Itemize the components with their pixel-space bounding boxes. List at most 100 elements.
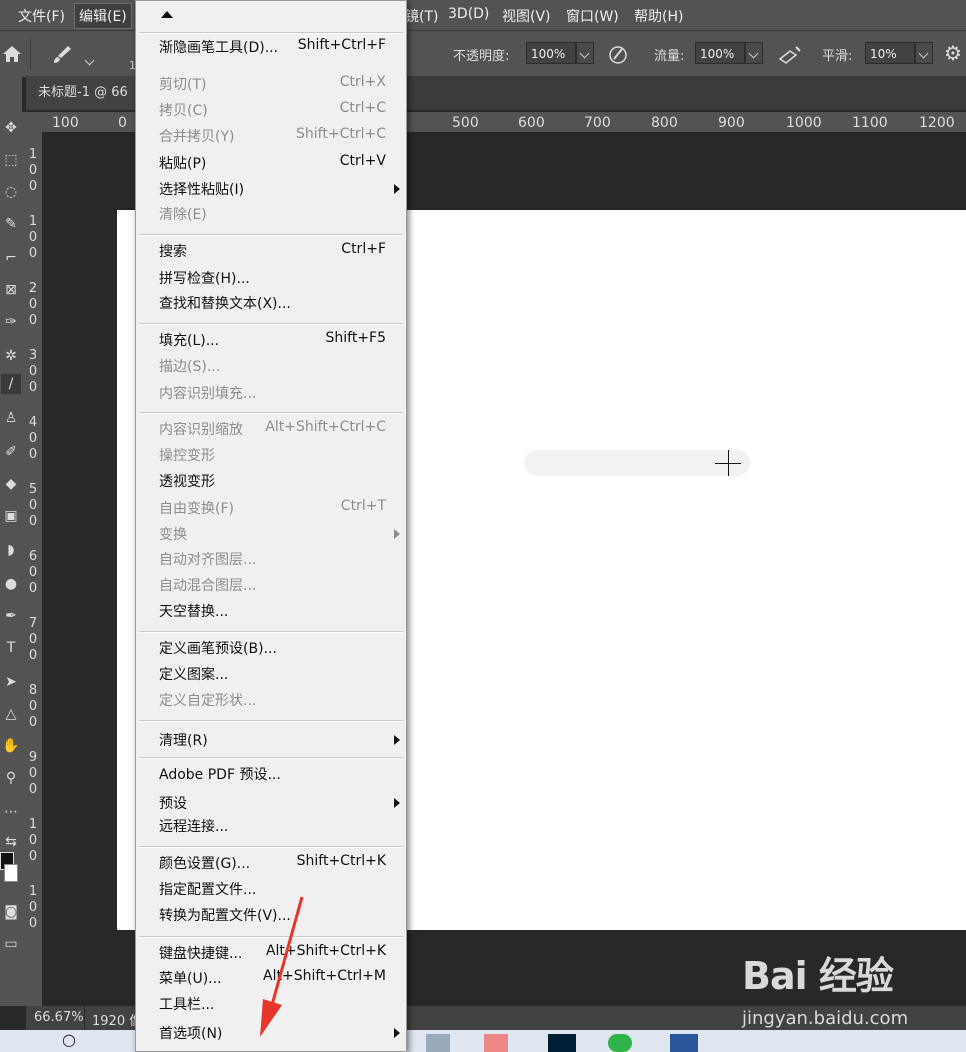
menu-item-label: 定义画笔预设(B)...	[159, 641, 277, 657]
ruler-label: 0	[28, 246, 38, 261]
zoom-tool-icon[interactable]: ⚲	[1, 768, 21, 788]
chevron-down-icon	[918, 48, 929, 59]
ruler-label: 0	[118, 115, 127, 131]
menu-item[interactable]: 天空替换...	[159, 601, 386, 625]
eyedropper-tool-icon[interactable]: ✑	[1, 312, 21, 332]
eraser-tool-icon[interactable]: ◆	[1, 474, 21, 494]
healing-tool-icon[interactable]: ✲	[1, 346, 21, 366]
hand-tool-icon[interactable]: ✋	[1, 736, 21, 756]
gear-icon[interactable]: ⚙	[944, 41, 962, 65]
background-color-swatch[interactable]	[4, 864, 18, 882]
menu-file[interactable]: 文件(F)	[18, 6, 65, 26]
menu-item-shortcut: Alt+Shift+Ctrl+C	[265, 419, 386, 435]
ruler-label: 0	[28, 313, 38, 328]
opacity-dropdown[interactable]	[576, 42, 594, 64]
menu-item[interactable]: 清理(R)	[159, 730, 400, 754]
menu-item[interactable]: 远程连接...	[159, 816, 386, 840]
wechat-app-icon[interactable]	[608, 1034, 632, 1052]
menu-item[interactable]: 透视变形	[159, 471, 386, 495]
app-icon[interactable]	[484, 1034, 508, 1052]
menu-item-label: 透视变形	[159, 474, 215, 490]
quick-mask-icon[interactable]: ◙	[1, 902, 21, 922]
menu-item-label: 自动对齐图层...	[159, 552, 257, 568]
menu-item[interactable]: 选择性粘贴(I)	[159, 179, 400, 203]
app-icon[interactable]	[426, 1034, 450, 1052]
tools-panel: ✥ ⬚ ◌ ✎ ⌐ ⊠ ✑ ✲ / ♙ ✐ ◆ ▣ ◗ ● ✒ T ➤ △ ✋ …	[0, 76, 22, 1006]
menu-item[interactable]: 渐隐画笔工具(D)... Shift+Ctrl+F	[159, 37, 386, 61]
menu-item-label: 剪切(T)	[159, 77, 207, 93]
menu-item[interactable]: 预设	[159, 793, 400, 817]
shape-tool-icon[interactable]: △	[1, 704, 21, 724]
menu-filter[interactable]: 镜(T)	[405, 6, 438, 26]
menu-help[interactable]: 帮助(H)	[634, 6, 683, 26]
menu-item-shortcut: Ctrl+T	[340, 498, 386, 514]
brush-icon[interactable]	[50, 43, 74, 65]
menu-item-label: 内容识别填充...	[159, 386, 257, 402]
menu-item-label: 清除(E)	[159, 207, 207, 223]
search-icon[interactable]: ○	[62, 1030, 76, 1049]
ruler-label: 0	[28, 431, 38, 446]
dodge-tool-icon[interactable]: ●	[1, 574, 21, 594]
blur-tool-icon[interactable]: ◗	[1, 540, 21, 560]
ruler-label: 9	[28, 750, 38, 765]
pressure-opacity-icon[interactable]	[606, 43, 630, 65]
menu-separator	[139, 846, 403, 848]
menu-item[interactable]: 填充(L)... Shift+F5	[159, 330, 386, 354]
quick-select-tool-icon[interactable]: ✎	[1, 214, 21, 234]
pen-tool-icon[interactable]: ✒	[1, 606, 21, 626]
history-brush-tool-icon[interactable]: ✐	[1, 442, 21, 462]
crop-tool-icon[interactable]: ⌐	[1, 248, 21, 268]
smooth-dropdown[interactable]	[915, 42, 933, 64]
path-select-tool-icon[interactable]: ➤	[1, 672, 21, 692]
brush-tool-icon[interactable]: /	[1, 374, 21, 394]
scroll-up-arrow-icon[interactable]	[161, 11, 173, 18]
menu-3d[interactable]: 3D(D)	[448, 6, 489, 22]
ruler-label: 600	[518, 115, 545, 131]
menu-item-label: 变换	[159, 527, 187, 543]
menu-item[interactable]: 定义图案...	[159, 664, 386, 688]
menu-edit[interactable]: 编辑(E)	[74, 3, 132, 29]
ruler-label: 0	[28, 766, 38, 781]
opacity-input[interactable]: 100%	[526, 42, 576, 64]
menu-item[interactable]: 定义画笔预设(B)...	[159, 638, 386, 662]
type-tool-icon[interactable]: T	[1, 638, 21, 658]
zoom-level[interactable]: 66.67%	[34, 1010, 84, 1025]
menu-item-shortcut: Ctrl+X	[339, 74, 386, 90]
menu-item-label: 键盘快捷键...	[159, 946, 243, 962]
marquee-tool-icon[interactable]: ⬚	[1, 150, 21, 170]
menu-item-label: 定义图案...	[159, 667, 229, 683]
menu-item-label: 渐隐画笔工具(D)...	[159, 40, 279, 56]
ruler-label: 0	[28, 179, 38, 194]
frame-tool-icon[interactable]: ⊠	[1, 280, 21, 300]
menu-item[interactable]: 拼写检查(H)...	[159, 268, 386, 292]
submenu-arrow-icon	[394, 798, 400, 808]
menu-item[interactable]: 颜色设置(G)... Shift+Ctrl+K	[159, 853, 386, 877]
photoshop-app-icon[interactable]	[548, 1034, 576, 1052]
smooth-input[interactable]: 10%	[865, 42, 915, 64]
menu-item-shortcut: Shift+Ctrl+K	[296, 853, 386, 869]
baidu-jingyan-logo: Bai 经验	[742, 954, 894, 998]
airbrush-icon[interactable]	[776, 43, 804, 65]
ruler-label: 0	[28, 648, 38, 663]
menu-item[interactable]: Adobe PDF 预设...	[159, 764, 386, 788]
menu-view[interactable]: 视图(V)	[502, 6, 551, 26]
flow-dropdown[interactable]	[745, 42, 763, 64]
menu-item-label: 操控变形	[159, 448, 215, 464]
home-icon[interactable]	[0, 43, 24, 65]
word-app-icon[interactable]	[670, 1034, 698, 1052]
stamp-tool-icon[interactable]: ♙	[1, 408, 21, 428]
screen-mode-icon[interactable]: ▭	[1, 934, 21, 954]
menu-item: 清除(E)	[159, 204, 386, 228]
menu-window[interactable]: 窗口(W)	[566, 6, 619, 26]
more-tools-icon[interactable]: ⋯	[1, 802, 21, 822]
ruler-label: 4	[28, 415, 38, 430]
flow-input[interactable]: 100%	[695, 42, 745, 64]
menu-separator	[139, 412, 403, 414]
gradient-tool-icon[interactable]: ▣	[1, 506, 21, 526]
menu-item[interactable]: 粘贴(P) Ctrl+V	[159, 153, 386, 177]
lasso-tool-icon[interactable]: ◌	[1, 182, 21, 202]
move-tool-icon[interactable]: ✥	[1, 118, 21, 138]
swap-colors-icon[interactable]: ⇆	[1, 832, 21, 852]
menu-item[interactable]: 查找和替换文本(X)...	[159, 293, 386, 317]
menu-item[interactable]: 搜索 Ctrl+F	[159, 241, 386, 265]
